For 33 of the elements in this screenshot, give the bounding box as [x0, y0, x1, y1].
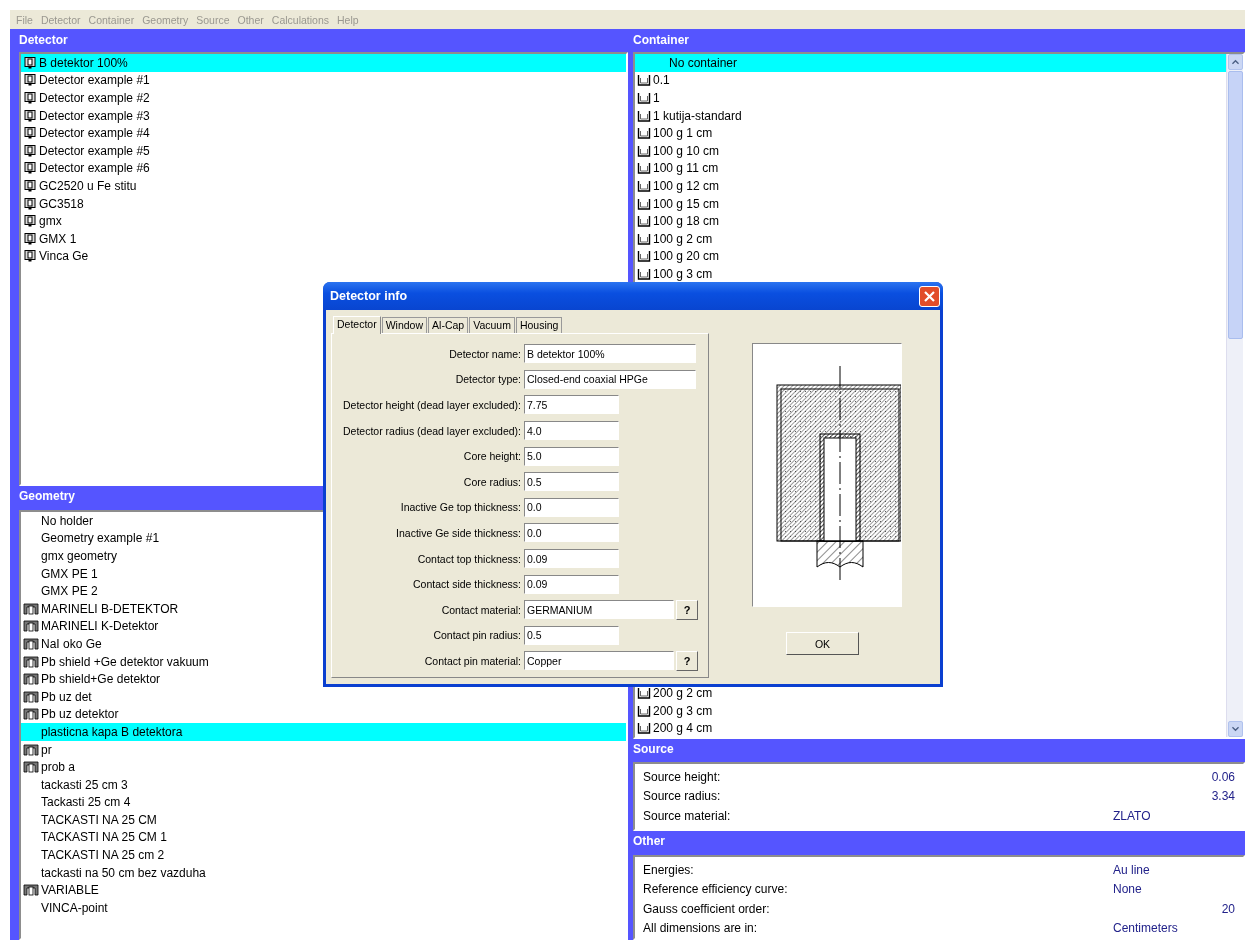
- info-label: Source material:: [643, 808, 732, 823]
- info-value: Centimeters: [1113, 921, 1179, 936]
- dialog-title: Detector info: [329, 289, 408, 303]
- info-label: All dimensions are in:: [643, 921, 759, 936]
- field-label: Contact pin material:: [423, 654, 522, 667]
- field-label: Inactive Ge top thickness:: [399, 501, 522, 514]
- section-title: Other: [633, 833, 665, 850]
- section-title: Geometry: [19, 488, 76, 505]
- section-title: Source: [633, 741, 674, 758]
- info-value: 20: [1220, 901, 1235, 916]
- info-label: Reference efficiency curve:: [643, 882, 789, 897]
- field-label: Detector type:: [454, 373, 522, 386]
- field-label: Detector radius (dead layer excluded):: [342, 424, 522, 437]
- field-label: Contact top thickness:: [416, 552, 522, 565]
- section-title: Container: [633, 32, 689, 49]
- section-title: Detector: [19, 32, 68, 49]
- info-label: Gauss coefficient order:: [643, 901, 771, 916]
- info-label: Source radius:: [643, 789, 722, 804]
- info-value: None: [1113, 882, 1143, 897]
- field-label: Contact side thickness:: [412, 578, 522, 591]
- field-label: Inactive Ge side thickness:: [395, 526, 522, 539]
- field-label: Detector name:: [448, 347, 522, 360]
- info-value: Au line: [1113, 862, 1151, 877]
- info-label: Energies:: [643, 862, 695, 877]
- field-label: Core height:: [462, 450, 522, 463]
- info-label: Source height:: [643, 769, 722, 784]
- info-value: 3.34: [1210, 789, 1235, 804]
- field-label: Core radius:: [462, 475, 522, 488]
- info-value: 0.06: [1210, 769, 1235, 784]
- info-value: ZLATO: [1113, 808, 1152, 823]
- field-label: Contact pin radius:: [432, 629, 522, 642]
- field-label: Detector height (dead layer excluded):: [341, 399, 522, 411]
- field-label: Contact material:: [440, 603, 522, 616]
